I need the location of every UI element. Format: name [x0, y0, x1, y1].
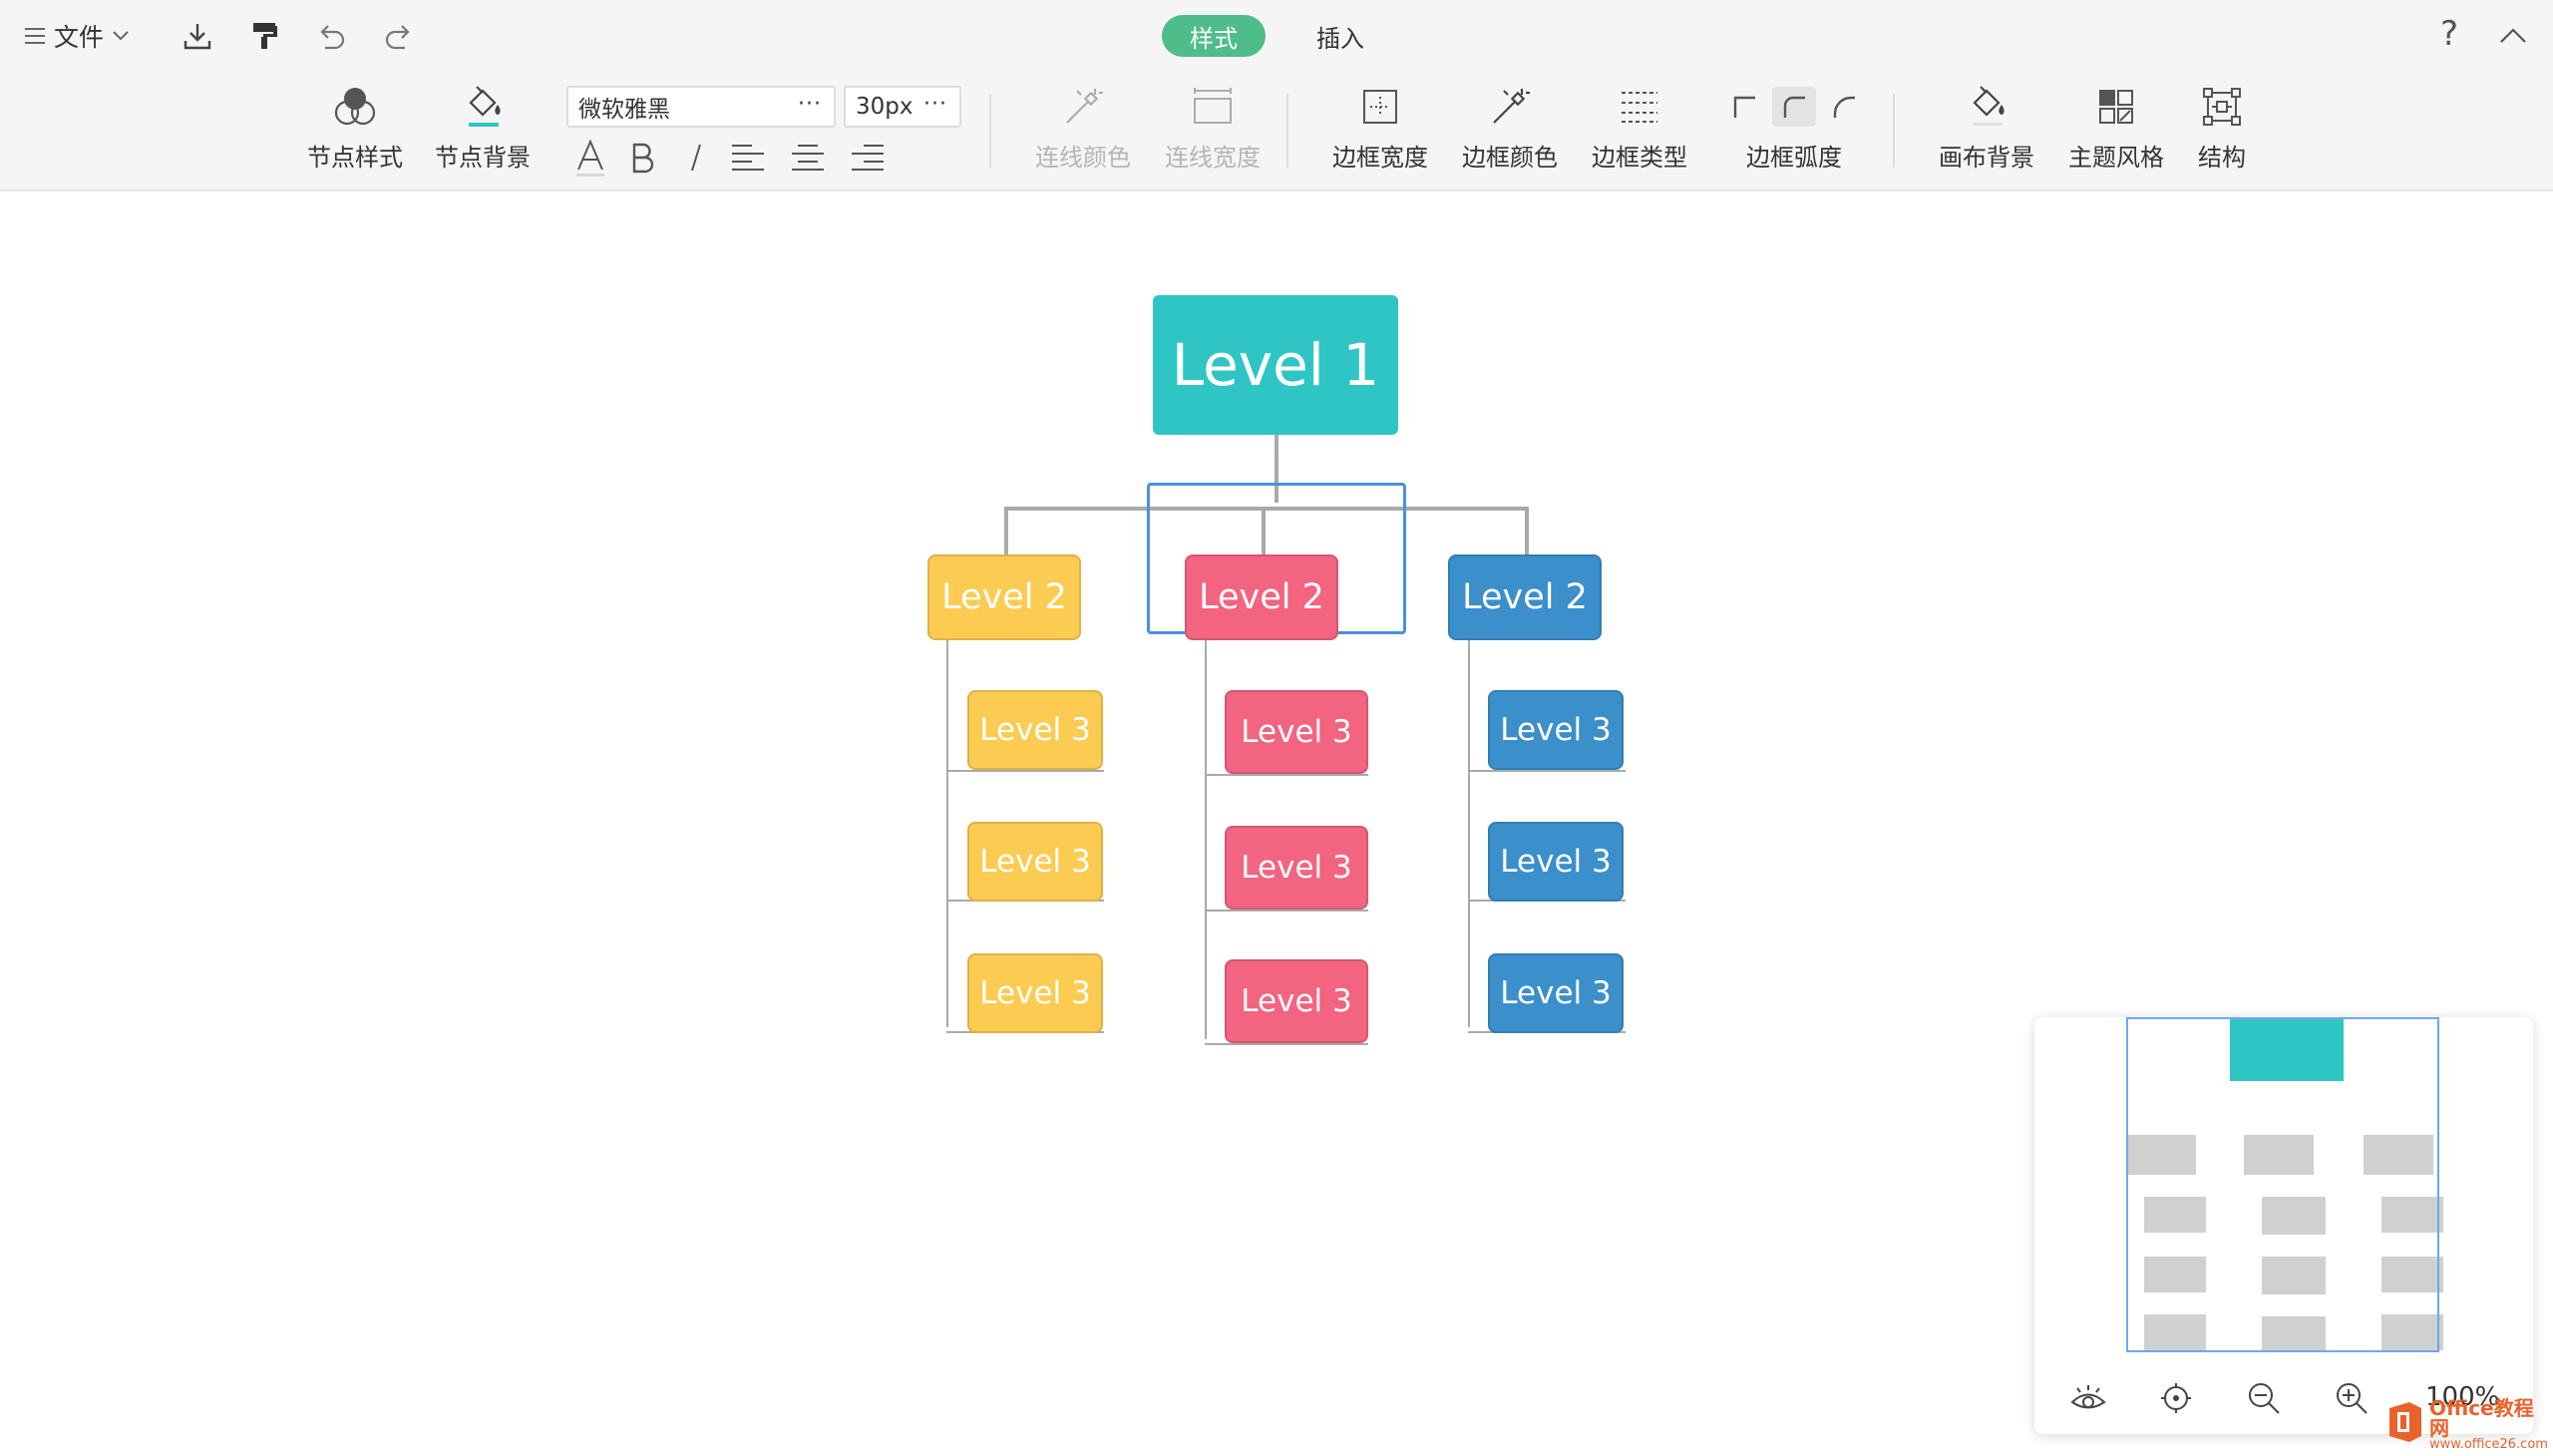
separator: [989, 94, 991, 168]
corner-rounded-icon[interactable]: [1772, 87, 1816, 127]
bold-icon[interactable]: [624, 138, 660, 178]
line-width-label: 连线宽度: [1165, 144, 1261, 172]
separator: [1286, 94, 1288, 168]
structure-label: 结构: [2198, 144, 2246, 172]
separator: [1893, 94, 1895, 168]
zoom-in-icon[interactable]: [2330, 1378, 2373, 1418]
node-level-3[interactable]: Level 3: [967, 953, 1103, 1033]
node-background-button[interactable]: 节点背景: [423, 80, 543, 180]
node-level-3[interactable]: Level 3: [967, 690, 1103, 770]
connector-line: [1468, 770, 1626, 772]
border-type-icon: [1620, 80, 1659, 134]
office-logo-icon: [2385, 1400, 2425, 1448]
font-size-more: ···: [923, 92, 947, 117]
line-width-button[interactable]: 连线宽度: [1153, 80, 1273, 180]
collapse-toolbar-icon[interactable]: [2493, 18, 2533, 54]
watermark-logo: Office教程网 www.office26.com: [2385, 1396, 2553, 1452]
magic-wand-icon: [1488, 80, 1532, 134]
locate-center-icon[interactable]: [2154, 1378, 2198, 1418]
node-level-2[interactable]: Level 2: [1448, 554, 1602, 640]
magic-wand-icon: [1061, 80, 1105, 134]
tab-style[interactable]: 样式: [1162, 15, 1266, 57]
font-color-icon[interactable]: [570, 138, 610, 178]
italic-icon[interactable]: [678, 138, 714, 178]
file-menu[interactable]: 文件: [24, 18, 130, 54]
undo-icon[interactable]: [313, 18, 349, 54]
chevron-down-icon: [112, 30, 130, 42]
node-level-3[interactable]: Level 3: [967, 822, 1103, 902]
line-color-label: 连线颜色: [1035, 144, 1131, 172]
align-left-icon[interactable]: [728, 138, 768, 178]
font-size-value: 30px: [856, 94, 913, 120]
theme-icon: [2096, 80, 2136, 134]
font-family-value: 微软雅黑: [578, 97, 670, 123]
border-radius-options: [1726, 80, 1862, 134]
border-radius-button[interactable]: 边框弧度: [1731, 80, 1857, 180]
canvas-background-button[interactable]: 画布背景: [1927, 80, 2046, 180]
corner-round-icon[interactable]: [1826, 87, 1862, 127]
connector-line: [1468, 640, 1470, 1027]
structure-icon: [2201, 80, 2243, 134]
node-level-3[interactable]: Level 3: [1488, 953, 1624, 1033]
watermark-sub: www.office26.com: [2429, 1436, 2548, 1452]
node-level-2[interactable]: Level 2: [1185, 554, 1338, 640]
connector-line: [1004, 507, 1008, 554]
node-style-icon: [333, 80, 377, 134]
font-family-select[interactable]: 微软雅黑 ···: [566, 86, 836, 128]
border-width-label: 边框宽度: [1332, 144, 1428, 172]
node-style-button[interactable]: 节点样式: [295, 80, 415, 180]
node-level-3[interactable]: Level 3: [1225, 826, 1368, 910]
tab-insert[interactable]: 插入: [1296, 15, 1384, 57]
theme-button[interactable]: 主题风格: [2056, 80, 2176, 180]
node-level-3[interactable]: Level 3: [1225, 690, 1368, 774]
connector-line: [946, 770, 1104, 772]
theme-label: 主题风格: [2068, 144, 2164, 172]
line-width-icon: [1191, 80, 1235, 134]
node-level-3[interactable]: Level 3: [1488, 822, 1624, 902]
node-background-label: 节点背景: [435, 144, 531, 172]
border-color-button[interactable]: 边框颜色: [1450, 80, 1570, 180]
connector-line: [1205, 774, 1368, 776]
border-radius-label: 边框弧度: [1746, 144, 1842, 172]
minimap-viewport[interactable]: [2126, 1017, 2439, 1352]
border-type-label: 边框类型: [1592, 144, 1687, 172]
canvas-background-label: 画布背景: [1939, 144, 2034, 172]
align-center-icon[interactable]: [788, 138, 828, 178]
connector-line: [1205, 1043, 1368, 1045]
help-icon[interactable]: ?: [2431, 14, 2467, 54]
line-color-button[interactable]: 连线颜色: [1023, 80, 1143, 180]
structure-button[interactable]: 结构: [2162, 80, 2282, 180]
format-painter-icon[interactable]: [247, 18, 283, 54]
paint-bucket-icon: [1965, 80, 2008, 134]
connector-line: [1205, 910, 1368, 911]
font-family-more: ···: [798, 92, 822, 117]
zoom-out-icon[interactable]: [2242, 1378, 2286, 1418]
paint-bucket-icon: [461, 80, 505, 134]
redo-icon[interactable]: [381, 18, 417, 54]
connector-line: [1525, 507, 1529, 554]
node-level-3[interactable]: Level 3: [1225, 959, 1368, 1043]
border-type-button[interactable]: 边框类型: [1580, 80, 1699, 180]
eye-icon[interactable]: [2066, 1378, 2110, 1418]
border-color-label: 边框颜色: [1462, 144, 1558, 172]
border-width-icon: [1360, 80, 1400, 134]
file-menu-label: 文件: [54, 23, 105, 52]
minimap[interactable]: 100%: [2034, 1017, 2533, 1434]
node-level-1[interactable]: Level 1: [1153, 295, 1398, 435]
font-size-select[interactable]: 30px ···: [844, 86, 961, 128]
node-level-3[interactable]: Level 3: [1488, 690, 1624, 770]
connector-line: [946, 640, 948, 1027]
toolbar: 文件 样式 插入 ? 节点样式 节点背景 微软雅黑 ··· 30px ··· 连…: [0, 0, 2553, 191]
menu-icon: [24, 26, 46, 46]
align-right-icon[interactable]: [848, 138, 888, 178]
watermark-main: Office教程网: [2429, 1395, 2534, 1440]
corner-square-icon[interactable]: [1726, 87, 1762, 127]
border-width-button[interactable]: 边框宽度: [1320, 80, 1440, 180]
node-style-label: 节点样式: [307, 144, 403, 172]
node-level-2[interactable]: Level 2: [927, 554, 1081, 640]
download-icon[interactable]: [180, 18, 215, 54]
connector-line: [1205, 640, 1207, 1039]
